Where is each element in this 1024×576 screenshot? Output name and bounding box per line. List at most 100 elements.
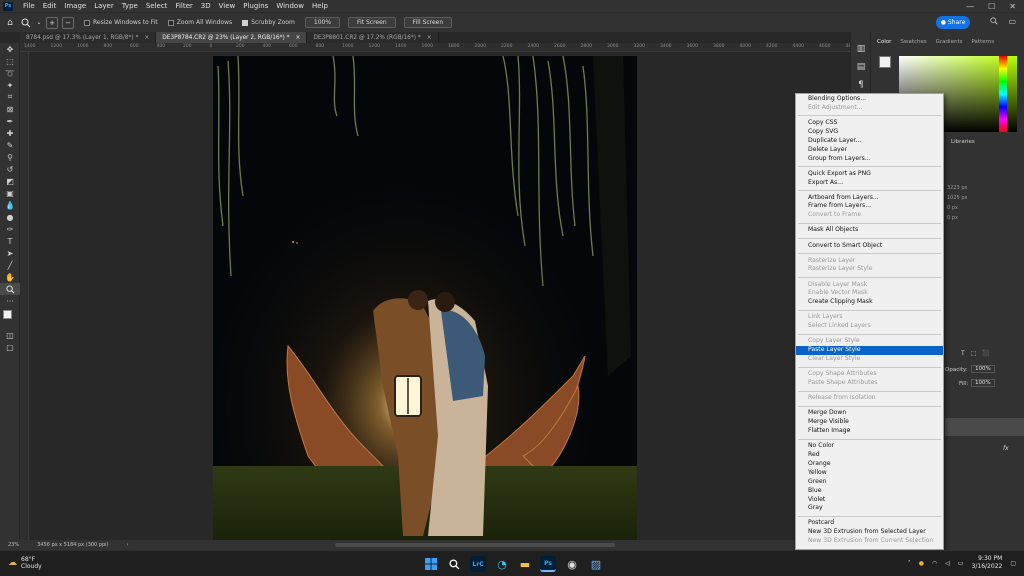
tab-patterns[interactable]: Patterns xyxy=(971,39,994,45)
document-image[interactable] xyxy=(213,56,637,540)
zoom-100-button[interactable]: 100% xyxy=(304,17,341,28)
wifi-icon[interactable]: ◠ xyxy=(932,560,937,567)
menu-edit[interactable]: Edit xyxy=(39,2,61,10)
fit-screen-button[interactable]: Fit Screen xyxy=(348,17,396,28)
tab-gradients[interactable]: Gradients xyxy=(936,39,963,45)
histogram-icon[interactable]: ▥ xyxy=(851,40,871,58)
foreground-color-swatch[interactable] xyxy=(879,56,891,68)
menu-item-frame-from-layers[interactable]: Frame from Layers... xyxy=(796,202,943,211)
opacity-field[interactable]: 100% xyxy=(971,365,995,373)
pen-tool-icon[interactable]: ✑ xyxy=(0,223,20,235)
menu-item-delete-layer[interactable]: Delete Layer xyxy=(796,146,943,155)
zoom-tool-icon[interactable] xyxy=(20,17,32,29)
menu-item-no-color[interactable]: No Color xyxy=(796,442,943,451)
speaker-icon[interactable]: ◁ xyxy=(945,560,950,567)
eraser-tool-icon[interactable]: ◩ xyxy=(0,175,20,187)
menu-plugins[interactable]: Plugins xyxy=(239,2,272,10)
gradient-tool-icon[interactable]: ▣ xyxy=(0,187,20,199)
quick-mask-icon[interactable]: ◫ xyxy=(0,329,20,341)
menu-item-yellow[interactable]: Yellow xyxy=(796,469,943,478)
home-icon[interactable]: ⌂ xyxy=(4,17,16,29)
file-explorer-icon[interactable]: ▬ xyxy=(517,556,533,572)
menu-item-orange[interactable]: Orange xyxy=(796,460,943,469)
menu-item-artboard-from-layers[interactable]: Artboard from Layers... xyxy=(796,194,943,203)
maximize-icon[interactable]: ☐ xyxy=(988,2,995,11)
menu-file[interactable]: File xyxy=(19,2,39,10)
horizontal-scrollbar[interactable] xyxy=(335,543,615,547)
menu-item-mask-all-objects[interactable]: Mask All Objects xyxy=(796,226,943,235)
screen-mode-icon[interactable]: ▢ xyxy=(0,341,20,353)
menu-item-paste-layer-style[interactable]: Paste Layer Style xyxy=(796,346,943,356)
tab-color[interactable]: Color xyxy=(877,39,891,45)
lightroom-classic-icon[interactable]: LrC xyxy=(470,556,486,572)
zoom-all-windows-checkbox[interactable]: Zoom All Windows xyxy=(167,19,232,26)
menu-view[interactable]: View xyxy=(215,2,240,10)
minimize-icon[interactable]: — xyxy=(966,2,974,11)
search-icon[interactable] xyxy=(990,17,998,27)
property-value-y[interactable]: 0 px xyxy=(947,215,958,221)
menu-item-blending-options[interactable]: Blending Options... xyxy=(796,95,943,104)
resize-windows-checkbox[interactable]: Resize Windows to Fit xyxy=(84,19,158,26)
battery-icon[interactable]: ▭ xyxy=(958,560,964,567)
windows-start-icon[interactable] xyxy=(423,556,439,572)
property-value-h[interactable]: 1025 px xyxy=(947,195,967,201)
clone-stamp-tool-icon[interactable]: ⚲ xyxy=(0,151,20,163)
crop-tool-icon[interactable]: ⌗ xyxy=(0,91,20,103)
brush-tool-icon[interactable]: ✎ xyxy=(0,139,20,151)
menu-item-merge-down[interactable]: Merge Down xyxy=(796,409,943,418)
close-icon[interactable]: ✕ xyxy=(1009,2,1016,11)
menu-item-postcard[interactable]: Postcard xyxy=(796,519,943,528)
comments-icon[interactable]: ▤ xyxy=(851,58,871,76)
menu-item-copy-css[interactable]: Copy CSS xyxy=(796,119,943,128)
menu-item-quick-export-as-png[interactable]: Quick Export as PNG xyxy=(796,170,943,179)
scrubby-zoom-checkbox[interactable]: Scrubby Zoom xyxy=(242,19,295,26)
menu-item-new-3d-extrusion-from-selected-layer[interactable]: New 3D Extrusion from Selected Layer xyxy=(796,528,943,537)
photos-icon[interactable]: ▨ xyxy=(588,556,604,572)
property-value-x[interactable]: 0 px xyxy=(947,205,958,211)
zoom-tool-icon[interactable] xyxy=(0,283,20,295)
hand-tool-icon[interactable]: ✋ xyxy=(0,271,20,283)
menu-filter[interactable]: Filter xyxy=(171,2,196,10)
close-icon[interactable]: × xyxy=(296,35,301,41)
zoom-level[interactable]: 23% xyxy=(8,542,19,548)
smart-filter-icon[interactable]: ⬛ xyxy=(982,350,989,357)
chevron-down-icon[interactable]: ⌄ xyxy=(36,17,42,29)
menu-3d[interactable]: 3D xyxy=(197,2,215,10)
close-icon[interactable]: × xyxy=(144,35,149,41)
healing-brush-tool-icon[interactable]: ✚ xyxy=(0,127,20,139)
magic-wand-tool-icon[interactable]: ✦ xyxy=(0,79,20,91)
notification-icon[interactable]: ▢ xyxy=(1010,560,1016,567)
move-tool-icon[interactable]: ✥ xyxy=(0,43,20,55)
property-value-w[interactable]: 3223 px xyxy=(947,185,967,191)
type-filter-icon[interactable]: T xyxy=(961,350,965,357)
marquee-tool-icon[interactable]: ⬚ xyxy=(0,55,20,67)
foreground-color-swatch[interactable] xyxy=(3,310,12,319)
photoshop-taskbar-icon[interactable]: Ps xyxy=(540,556,556,572)
tab-swatches[interactable]: Swatches xyxy=(900,39,926,45)
menu-item-convert-to-smart-object[interactable]: Convert to Smart Object xyxy=(796,242,943,251)
menu-item-export-as[interactable]: Export As... xyxy=(796,179,943,188)
menu-item-create-clipping-mask[interactable]: Create Clipping Mask xyxy=(796,298,943,307)
tray-app-icon[interactable]: ● xyxy=(919,560,924,567)
menu-item-red[interactable]: Red xyxy=(796,451,943,460)
shape-filter-icon[interactable]: ⬚ xyxy=(971,350,977,357)
blur-tool-icon[interactable]: 💧 xyxy=(0,199,20,211)
chevron-right-icon[interactable]: › xyxy=(127,542,129,548)
lasso-tool-icon[interactable]: ➰ xyxy=(0,67,20,79)
share-button[interactable]: ● Share xyxy=(936,16,970,29)
menu-select[interactable]: Select xyxy=(142,2,172,10)
color-swatches[interactable] xyxy=(0,307,20,329)
history-brush-tool-icon[interactable]: ↺ xyxy=(0,163,20,175)
line-tool-icon[interactable]: ╱ xyxy=(0,259,20,271)
menu-item-copy-svg[interactable]: Copy SVG xyxy=(796,128,943,137)
menu-help[interactable]: Help xyxy=(308,2,332,10)
menu-item-merge-visible[interactable]: Merge Visible xyxy=(796,418,943,427)
libraries-tab[interactable]: Libraries xyxy=(951,139,975,145)
edge-browser-icon[interactable]: ◔ xyxy=(494,556,510,572)
menu-item-flatten-image[interactable]: Flatten Image xyxy=(796,427,943,436)
menu-item-gray[interactable]: Gray xyxy=(796,504,943,513)
eyedropper-tool-icon[interactable]: ✒ xyxy=(0,115,20,127)
menu-item-violet[interactable]: Violet xyxy=(796,496,943,505)
menu-window[interactable]: Window xyxy=(272,2,308,10)
chevron-up-icon[interactable]: ˄ xyxy=(908,560,911,567)
